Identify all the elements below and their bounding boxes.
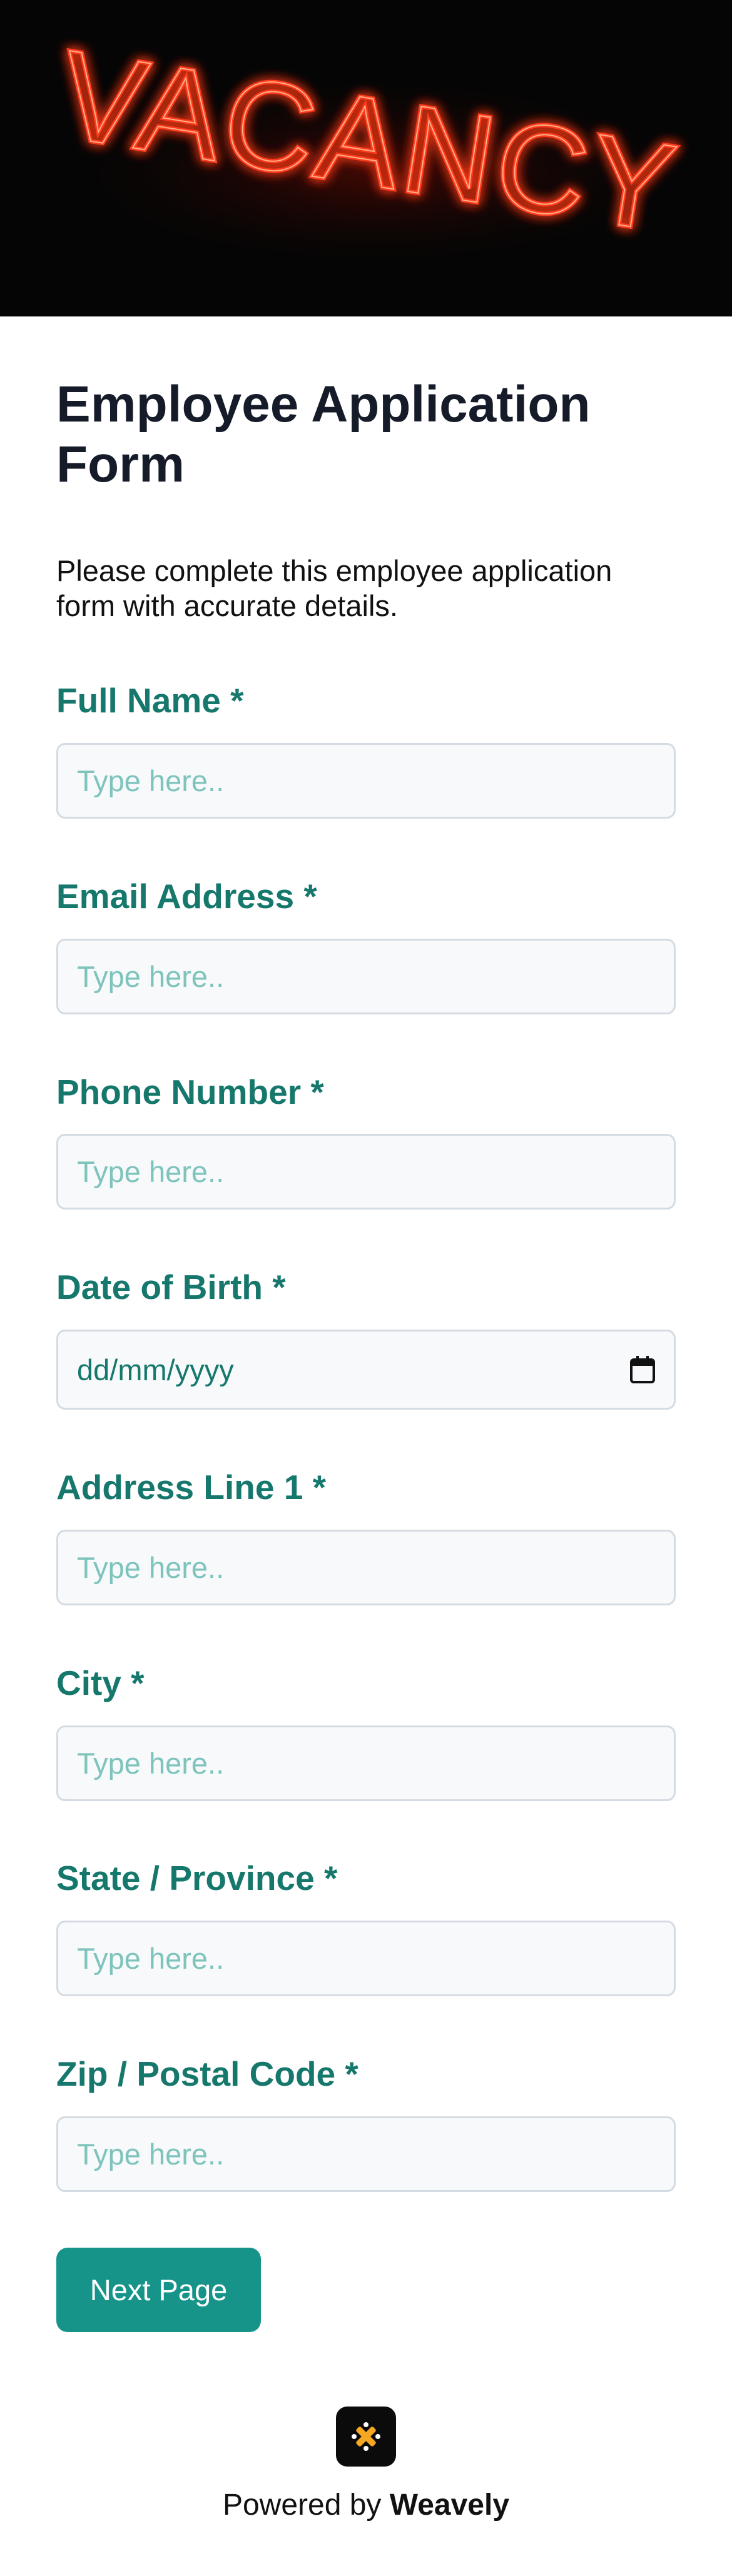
address-input[interactable]: Type here.. xyxy=(56,1530,676,1605)
powered-by-prefix: Powered by xyxy=(222,2488,382,2522)
email-input[interactable]: Type here.. xyxy=(56,939,676,1014)
email-label: Email Address * xyxy=(56,877,317,916)
zip-label: Zip / Postal Code * xyxy=(56,2054,358,2093)
zip-placeholder: Type here.. xyxy=(77,2138,225,2171)
full-name-label: Full Name * xyxy=(56,681,244,720)
dob-label: Date of Birth * xyxy=(56,1268,286,1306)
form-title: Employee Application Form xyxy=(56,376,591,493)
full-name-placeholder: Type here.. xyxy=(77,764,225,797)
next-page-button[interactable]: Next Page xyxy=(56,2248,261,2332)
email-placeholder: Type here.. xyxy=(77,960,225,993)
full-name-input[interactable]: Type here.. xyxy=(56,743,676,819)
weavely-logo-mark xyxy=(352,2422,380,2451)
form-description: Please complete this employee applicatio… xyxy=(56,554,613,622)
hero-banner: VACANCY VACANCY xyxy=(0,0,732,316)
address-placeholder: Type here.. xyxy=(77,1551,225,1584)
state-placeholder: Type here.. xyxy=(77,1942,225,1975)
dob-placeholder: dd/mm/yyyy xyxy=(77,1353,234,1386)
powered-by-text[interactable]: Powered by Weavely xyxy=(0,2488,732,2523)
calendar-icon[interactable] xyxy=(630,1356,655,1383)
weavely-logo-icon[interactable] xyxy=(336,2407,396,2467)
phone-input[interactable]: Type here.. xyxy=(56,1134,676,1210)
powered-by-brand: Weavely xyxy=(389,2488,510,2522)
city-input[interactable]: Type here.. xyxy=(56,1725,676,1801)
city-placeholder: Type here.. xyxy=(77,1747,225,1780)
state-label: State / Province * xyxy=(56,1859,338,1897)
phone-placeholder: Type here.. xyxy=(77,1155,225,1188)
phone-label: Phone Number * xyxy=(56,1073,324,1111)
city-label: City * xyxy=(56,1664,145,1702)
neon-vacancy-sign: VACANCY VACANCY xyxy=(49,23,689,262)
state-input[interactable]: Type here.. xyxy=(56,1921,676,1996)
zip-input[interactable]: Type here.. xyxy=(56,2116,676,2192)
address-label: Address Line 1 * xyxy=(56,1468,326,1507)
dob-input[interactable]: dd/mm/yyyy xyxy=(56,1330,676,1410)
